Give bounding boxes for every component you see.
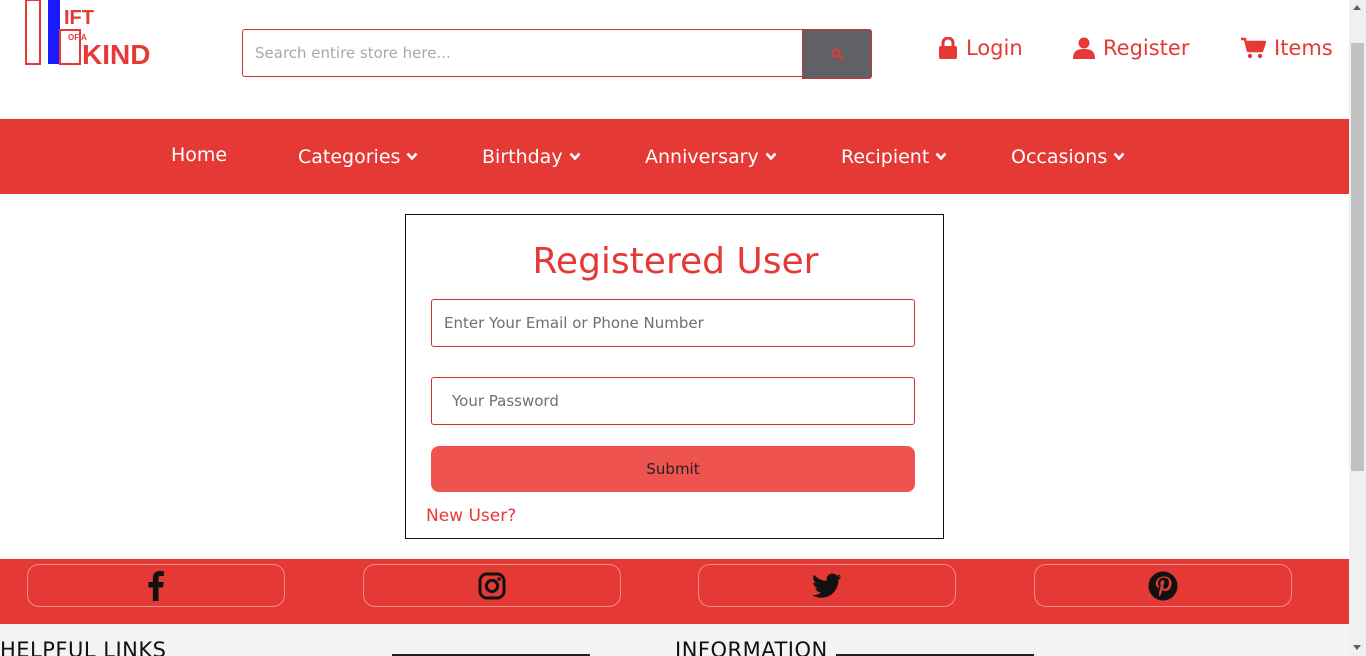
logo-text-top: IFT — [64, 7, 94, 29]
nav-item-categories[interactable]: Categories — [298, 119, 418, 194]
nav-item-home[interactable]: Home — [171, 117, 227, 192]
search-icon — [831, 48, 844, 61]
pinterest-icon — [1148, 571, 1178, 600]
facebook-button[interactable] — [27, 564, 285, 607]
chevron-down-icon — [1113, 152, 1125, 161]
chevron-down-icon — [935, 152, 947, 161]
instagram-button[interactable] — [363, 564, 621, 607]
scroll-up-arrow[interactable] — [1353, 5, 1361, 10]
nav-item-label: Occasions — [1011, 145, 1108, 168]
email-field[interactable] — [431, 299, 915, 347]
twitter-icon — [812, 573, 842, 598]
login-link-label: Login — [966, 36, 1023, 60]
nav-item-label: Birthday — [482, 145, 563, 168]
chevron-down-icon — [765, 152, 777, 161]
scrollbar[interactable] — [1349, 0, 1366, 656]
items-link-label: Items — [1274, 36, 1333, 60]
lock-icon — [939, 37, 957, 59]
scroll-thumb[interactable] — [1351, 43, 1364, 471]
submit-button[interactable]: Submit — [431, 446, 915, 492]
nav-item-recipient[interactable]: Recipient — [841, 119, 947, 194]
chevron-down-icon — [406, 152, 418, 161]
register-link[interactable]: Register — [1073, 30, 1189, 66]
cart-icon — [1241, 37, 1266, 59]
twitter-button[interactable] — [698, 564, 956, 607]
main-nav: Home Categories Birthday Anniversary Rec… — [0, 119, 1349, 194]
nav-item-occasions[interactable]: Occasions — [1011, 119, 1125, 194]
footer-heading-helpful-links: HELPFUL LINKS — [0, 638, 167, 656]
nav-item-label: Home — [171, 143, 228, 166]
nav-item-label: Categories — [298, 145, 401, 168]
social-bar — [0, 559, 1349, 624]
pinterest-button[interactable] — [1034, 564, 1292, 607]
nav-item-label: Anniversary — [645, 145, 759, 168]
search-bar — [242, 29, 872, 79]
facebook-icon — [148, 570, 164, 601]
logo[interactable]: IFT OF A KIND — [24, 0, 154, 70]
new-user-link[interactable]: New User? — [426, 506, 516, 526]
register-link-label: Register — [1103, 36, 1190, 60]
password-field[interactable] — [431, 377, 915, 425]
logo-text-bottom: KIND — [82, 39, 150, 70]
nav-item-anniversary[interactable]: Anniversary — [645, 119, 777, 194]
search-input[interactable] — [242, 29, 802, 77]
scroll-down-arrow[interactable] — [1353, 645, 1361, 650]
nav-item-birthday[interactable]: Birthday — [482, 119, 581, 194]
instagram-icon — [478, 572, 506, 599]
login-card: Registered User Submit New User? — [405, 214, 944, 539]
items-link[interactable]: Items — [1241, 30, 1333, 66]
search-button[interactable] — [802, 29, 872, 79]
chevron-down-icon — [569, 152, 581, 161]
login-link[interactable]: Login — [938, 30, 1023, 66]
login-title: Registered User — [532, 241, 819, 282]
nav-item-label: Recipient — [841, 145, 930, 168]
page: IFT OF A KIND Login Register — [0, 0, 1349, 656]
user-icon — [1073, 37, 1095, 59]
footer-heading-information: INFORMATION — [675, 638, 828, 656]
